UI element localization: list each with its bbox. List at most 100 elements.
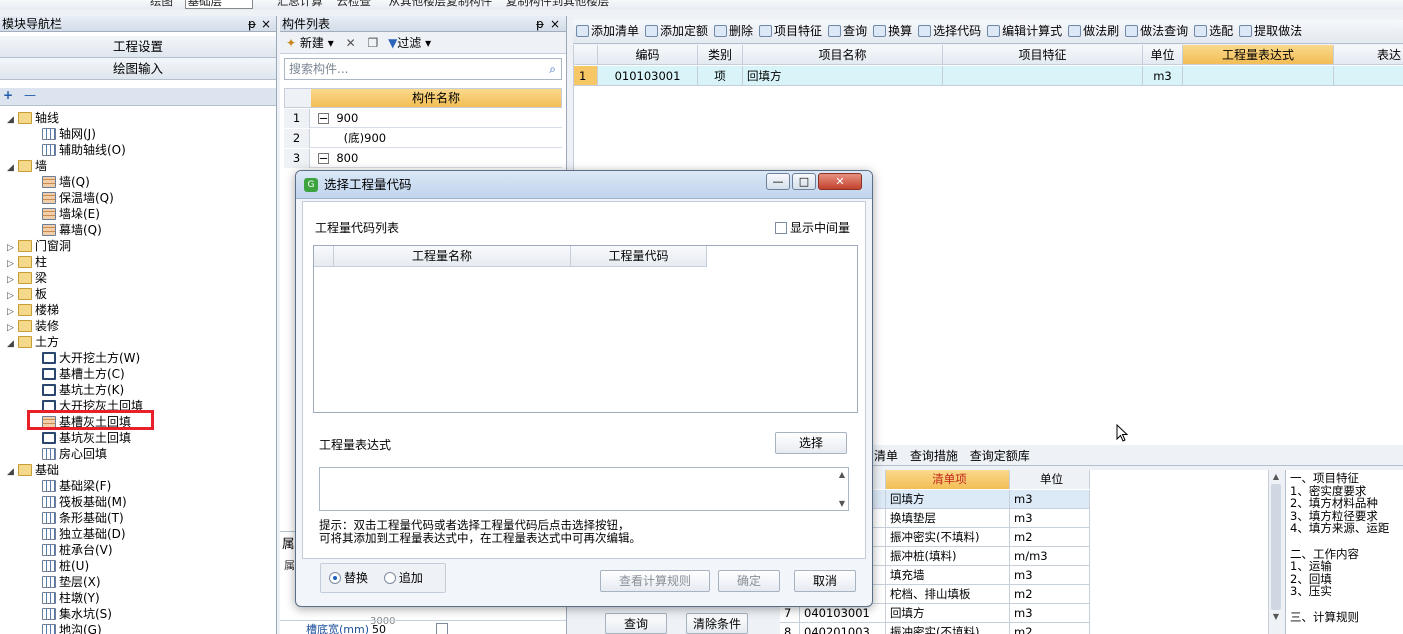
vertical-scrollbar[interactable]: ▲ ▼: [1268, 470, 1283, 634]
minimize-icon[interactable]: —: [766, 173, 790, 190]
column-header-code[interactable]: 编码: [598, 45, 698, 65]
column-header-expression-2[interactable]: 表达: [1334, 45, 1403, 65]
item-feature-button[interactable]: 项目特征: [756, 20, 825, 42]
scroll-thumb[interactable]: [1271, 484, 1281, 610]
pin-icon[interactable]: ᵽ: [536, 16, 544, 32]
tree-item[interactable]: 基槽土方(C): [30, 366, 125, 382]
tree-item[interactable]: ▷ 楼梯: [6, 302, 59, 318]
match-button[interactable]: 选配: [1191, 20, 1236, 42]
column-header-quantity-code[interactable]: 工程量代码: [571, 246, 707, 266]
cell-expression[interactable]: [1183, 66, 1334, 86]
tree-item[interactable]: 桩承台(V): [30, 542, 113, 558]
tree-item[interactable]: 条形基础(T): [30, 510, 124, 526]
append-radio[interactable]: 追加: [383, 571, 423, 585]
add-quota-button[interactable]: 添加定额: [642, 20, 711, 42]
tree-item[interactable]: 大开挖土方(W): [30, 350, 140, 366]
collapse-all-icon[interactable]: —: [24, 88, 36, 102]
tree-item[interactable]: 基坑土方(K): [30, 382, 124, 398]
tab-query-quota[interactable]: 查询定额库: [970, 449, 1030, 463]
expression-scroll-down-icon[interactable]: ▼: [839, 499, 845, 508]
extract-method-button[interactable]: 提取做法: [1236, 20, 1305, 42]
collapse-icon[interactable]: −: [317, 152, 329, 164]
query-button[interactable]: 查询: [825, 20, 870, 42]
tree-item[interactable]: 辅助轴线(O): [30, 142, 126, 158]
tree-toggle-icon[interactable]: ◢: [6, 336, 15, 352]
scroll-down-icon[interactable]: ▼: [1269, 610, 1283, 624]
dialog-title-bar[interactable]: G 选择工程量代码 — □ ✕: [296, 171, 872, 199]
prop-checkbox[interactable]: [436, 623, 448, 634]
cell-type[interactable]: 项: [698, 66, 743, 86]
copy-icon[interactable]: ❐: [367, 36, 378, 50]
tree-item[interactable]: ◢ 墙: [6, 158, 47, 174]
cancel-button[interactable]: 取消: [794, 570, 856, 592]
scroll-up-icon[interactable]: ▲: [1269, 470, 1283, 484]
copy-from-floor-button[interactable]: 从其他楼层复制构件: [389, 0, 493, 8]
clear-conditions-button[interactable]: 清除条件: [686, 613, 748, 634]
tree-item[interactable]: 独立基础(D): [30, 526, 126, 542]
tree-item[interactable]: 墙(Q): [30, 174, 90, 190]
tree-item[interactable]: ◢ 土方: [6, 334, 59, 350]
bill-library-header-cell[interactable]: 清单项: [886, 470, 1010, 489]
tree-item[interactable]: 基坑灰土回填: [30, 430, 131, 446]
expression-scroll-up-icon[interactable]: ▲: [839, 470, 845, 479]
tree-item[interactable]: 保温墙(Q): [30, 190, 114, 206]
tree-toggle-icon[interactable]: ◢: [6, 464, 15, 480]
column-header-expression[interactable]: 工程量表达式: [1183, 45, 1334, 65]
cell-feature[interactable]: [943, 66, 1143, 86]
close-icon[interactable]: ×: [261, 16, 271, 32]
prop-value[interactable]: 50: [372, 621, 386, 634]
delete-icon[interactable]: ✕: [346, 36, 356, 50]
close-icon[interactable]: ×: [550, 16, 560, 32]
view-rules-button[interactable]: 查看计算规则: [600, 570, 710, 592]
tab-query-measures[interactable]: 查询措施: [910, 449, 958, 463]
tree-item[interactable]: 地沟(G): [30, 622, 102, 634]
tree-toggle-icon[interactable]: ◢: [6, 160, 15, 176]
cell-unit[interactable]: m3: [1143, 66, 1183, 86]
tree-item[interactable]: 筏板基础(M): [30, 494, 127, 510]
tree-item[interactable]: 垫层(X): [30, 574, 101, 590]
query-button[interactable]: 查询: [605, 613, 667, 634]
new-button[interactable]: ✦ 新建 ▾: [286, 36, 334, 50]
tree-item[interactable]: ▷ 门窗洞: [6, 238, 71, 254]
component-row[interactable]: 2 (底)900: [284, 129, 562, 148]
tree-item[interactable]: ◢ 轴线: [6, 110, 59, 126]
tree-item[interactable]: 房心回填: [30, 446, 107, 462]
column-header-name[interactable]: 构件名称: [311, 89, 561, 107]
column-header-unit[interactable]: 单位: [1143, 45, 1183, 65]
method-query-button[interactable]: 做法查询: [1122, 20, 1191, 42]
tree-item[interactable]: 基础梁(F): [30, 478, 111, 494]
ok-button[interactable]: 确定: [718, 570, 780, 592]
replace-radio[interactable]: 替换: [329, 571, 368, 585]
tree-item[interactable]: 柱墩(Y): [30, 590, 100, 606]
bill-library-header-cell[interactable]: 单位: [1010, 470, 1090, 489]
summary-calc-button[interactable]: 汇总计算: [277, 0, 323, 8]
filter-button[interactable]: ▼过滤 ▾: [388, 36, 431, 50]
floor-select[interactable]: 基础层: [184, 0, 254, 9]
column-header-name[interactable]: 项目名称: [743, 45, 943, 65]
column-header-type[interactable]: 类别: [698, 45, 743, 65]
maximize-icon[interactable]: □: [792, 173, 816, 190]
tree-item[interactable]: 集水坑(S): [30, 606, 112, 622]
prop-row[interactable]: 槽底宽(mm) 50: [280, 620, 566, 634]
bill-library-row[interactable]: 8 040201003 振冲密实(不填料) m2: [780, 623, 1090, 634]
tree-item[interactable]: ▷ 装修: [6, 318, 59, 334]
pin-icon[interactable]: ᵽ: [248, 16, 256, 32]
draw-button[interactable]: 绘图: [150, 0, 173, 8]
tree-item[interactable]: 桩(U): [30, 558, 89, 574]
cloud-check-button[interactable]: 云检查: [336, 0, 371, 8]
expression-input[interactable]: ▲ ▼: [319, 467, 849, 511]
convert-button[interactable]: 换算: [870, 20, 915, 42]
tree-item[interactable]: 幕墙(Q): [30, 222, 102, 238]
tree-item[interactable]: ▷ 柱: [6, 254, 47, 270]
project-settings-button[interactable]: 工程设置: [0, 36, 276, 58]
search-icon[interactable]: ⌕: [549, 59, 556, 79]
close-icon[interactable]: ✕: [818, 173, 862, 190]
tree-item[interactable]: ◢ 基础: [6, 462, 59, 478]
select-code-button[interactable]: 选择代码: [915, 20, 984, 42]
component-row[interactable]: 1 − 900: [284, 109, 562, 128]
expand-all-icon[interactable]: +: [3, 88, 13, 102]
drawing-input-button[interactable]: 绘图输入: [0, 58, 276, 80]
tree-item[interactable]: 墙垛(E): [30, 206, 100, 222]
search-input[interactable]: 搜索构件... ⌕: [284, 58, 562, 80]
tab-bill[interactable]: 清单: [874, 449, 898, 463]
